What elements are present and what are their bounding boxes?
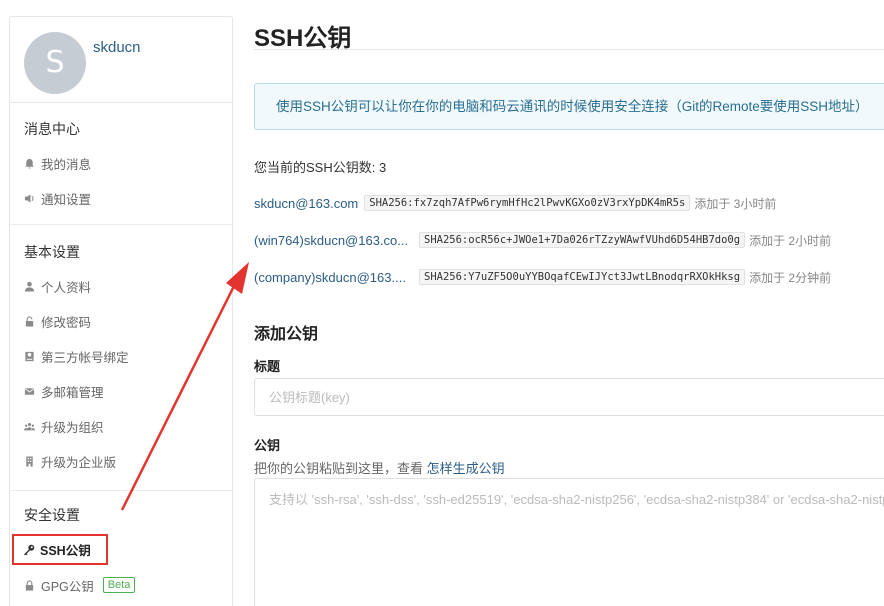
sidebar-item-multi-email[interactable]: 多邮箱管理 [24, 382, 104, 400]
section-title-basic: 基本设置 [24, 244, 80, 260]
sidebar-item-upgrade-org[interactable]: 升级为组织 [24, 417, 104, 435]
speaker-icon [24, 193, 34, 203]
how-to-generate-key-link[interactable]: 怎样生成公钥 [427, 461, 505, 476]
sidebar-item-profile[interactable]: 个人资料 [24, 277, 91, 295]
settings-sidebar: S skducn 消息中心 我的消息 通知设置 基本设置 个人资料 修改密码 第… [9, 16, 233, 606]
users-icon [24, 422, 35, 430]
sidebar-item-label: 我的消息 [41, 157, 92, 172]
info-alert: 使用SSH公钥可以让你在你的电脑和码云通讯的时候使用安全连接（Git的Remot… [254, 83, 884, 130]
sidebar-item-label: 升级为组织 [41, 420, 104, 435]
key-label: 公钥 [254, 438, 281, 453]
user-icon [24, 281, 35, 292]
title-divider [254, 49, 884, 50]
ssh-key-row: (company)skducn@163.... SHA256:Y7uZF5O0u… [254, 267, 831, 287]
profile-card: S skducn [10, 17, 232, 103]
ssh-key-name[interactable]: skducn@163.com [254, 196, 358, 211]
key-icon [24, 544, 35, 555]
ssh-key-added-time: 添加于 3小时前 [694, 196, 777, 211]
sidebar-item-gpg-keys[interactable]: GPG公钥 Beta [24, 576, 136, 594]
ssh-key-fingerprint: SHA256:Y7uZF5O0uYYBOqafCEwIJYct3JwtLBnod… [419, 269, 746, 285]
sidebar-item-upgrade-enterprise[interactable]: 升级为企业版 [24, 452, 116, 470]
public-key-textarea[interactable] [254, 478, 884, 606]
add-key-title: 添加公钥 [254, 326, 319, 343]
lock-icon [25, 579, 34, 591]
envelope-icon [24, 387, 35, 395]
sidebar-item-ssh-keys[interactable]: SSH公钥 [12, 534, 108, 565]
sidebar-item-third-party[interactable]: 第三方帐号绑定 [24, 347, 129, 365]
page-title: SSH公钥 [254, 25, 352, 52]
section-title-messages: 消息中心 [24, 121, 80, 137]
key-hint: 把你的公钥粘贴到这里，查看 怎样生成公钥 [254, 458, 505, 477]
id-card-icon [25, 351, 34, 361]
ssh-key-added-time: 添加于 2分钟前 [749, 270, 832, 285]
title-label: 标题 [254, 359, 281, 374]
sidebar-item-label: 修改密码 [41, 315, 92, 330]
avatar[interactable]: S [24, 32, 86, 94]
username[interactable]: skducn [93, 39, 141, 56]
ssh-key-fingerprint: SHA256:fx7zqh7AfPw6rymHfHc2lPwvKGXo0zV3r… [364, 195, 691, 211]
sidebar-item-notify-settings[interactable]: 通知设置 [24, 189, 91, 207]
sidebar-item-label: 通知设置 [41, 192, 92, 207]
key-hint-text: 把你的公钥粘贴到这里，查看 [254, 461, 424, 476]
sidebar-item-label: SSH公钥 [40, 544, 91, 558]
sidebar-item-label: 多邮箱管理 [41, 385, 104, 400]
sidebar-divider [10, 490, 232, 491]
bell-icon [25, 158, 34, 169]
sidebar-divider [10, 224, 232, 225]
sidebar-item-my-messages[interactable]: 我的消息 [24, 154, 91, 172]
sidebar-item-label: 个人资料 [41, 280, 92, 295]
sidebar-item-label: 升级为企业版 [41, 455, 117, 470]
ssh-key-name[interactable]: (company)skducn@163.... [254, 270, 419, 285]
sidebar-item-label: GPG公钥 [41, 579, 94, 594]
ssh-key-row: (win764)skducn@163.co... SHA256:ocR56c+J… [254, 230, 831, 250]
key-title-input[interactable] [254, 378, 884, 416]
section-title-security: 安全设置 [24, 507, 80, 523]
sidebar-item-label: 第三方帐号绑定 [41, 350, 129, 365]
beta-badge: Beta [102, 577, 136, 593]
sidebar-item-change-password[interactable]: 修改密码 [24, 312, 91, 330]
main-content: SSH公钥 使用SSH公钥可以让你在你的电脑和码云通讯的时候使用安全连接（Git… [254, 0, 884, 606]
ssh-key-name[interactable]: (win764)skducn@163.co... [254, 233, 419, 248]
ssh-key-count: 您当前的SSH公钥数: 3 [254, 160, 387, 175]
ssh-key-row: skducn@163.com SHA256:fx7zqh7AfPw6rymHfH… [254, 193, 776, 213]
ssh-key-added-time: 添加于 2小时前 [749, 233, 832, 248]
building-icon [26, 455, 33, 467]
ssh-key-fingerprint: SHA256:ocR56c+JWOe1+7Da026rTZzyWAwfVUhd6… [419, 232, 746, 248]
unlock-icon [25, 315, 34, 327]
